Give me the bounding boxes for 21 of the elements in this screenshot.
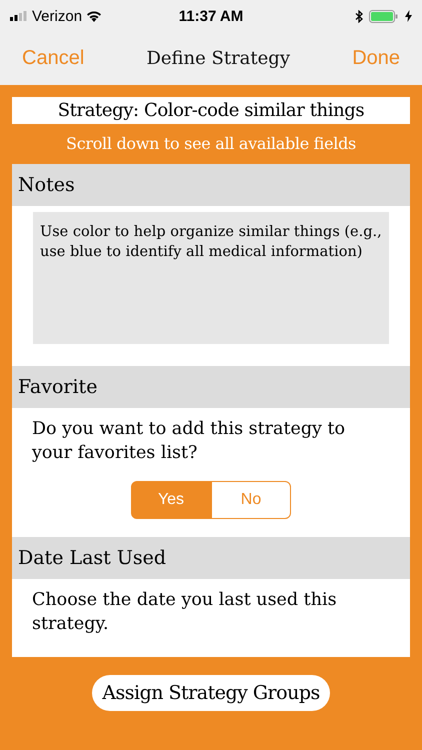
instruction-text: Choose the date you last used this strategy. xyxy=(31,589,338,636)
section-header: Date Last Used xyxy=(12,537,410,580)
segment-option[interactable]: No xyxy=(211,481,291,520)
carrier-label: Verizon xyxy=(32,8,82,24)
segment-option[interactable]: Yes xyxy=(131,481,211,520)
section-header: Notes xyxy=(12,164,410,206)
charging-icon xyxy=(405,10,412,22)
scroll-hint: Scroll down to see all available fields xyxy=(65,134,357,153)
clock-time: 11:37 AM xyxy=(178,8,244,24)
done-button[interactable]: Done xyxy=(352,47,400,70)
assign-groups-button[interactable]: Assign Strategy Groups xyxy=(92,675,330,711)
bluetooth-icon xyxy=(355,10,363,22)
signal-icon xyxy=(10,11,28,21)
question-text: Do you want to add this strategy to your favorites list? xyxy=(31,418,346,465)
screen-title: Define Strategy xyxy=(146,48,290,69)
notes-field[interactable]: Use color to help organize similar things (e.g., use blue to identify all medical information) xyxy=(33,212,389,344)
battery-icon xyxy=(369,10,399,22)
section-header: Favorite xyxy=(12,366,410,408)
strategy-title: Strategy: Color-code similar things xyxy=(12,97,410,124)
wifi-icon xyxy=(86,10,102,22)
cancel-button[interactable]: Cancel xyxy=(22,47,84,70)
